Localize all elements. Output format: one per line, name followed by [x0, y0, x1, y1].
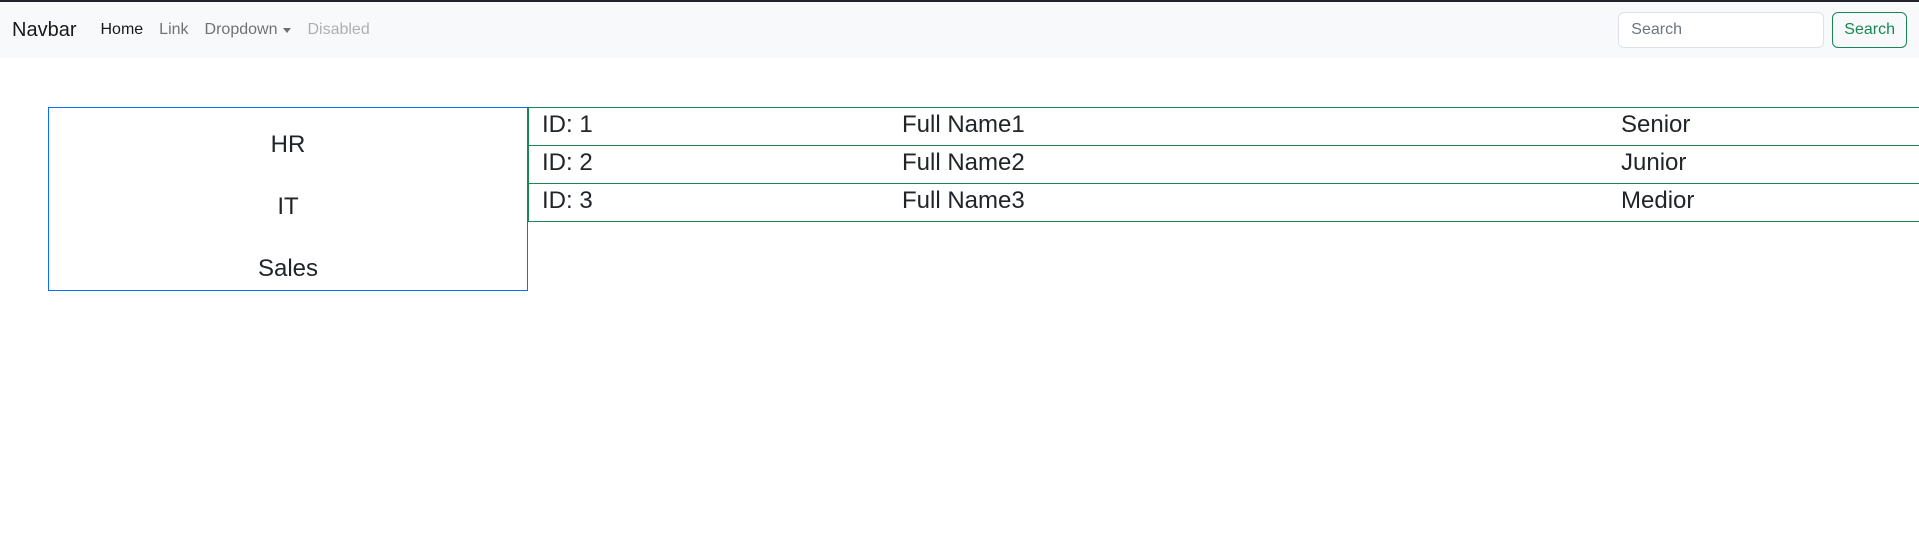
department-item-sales[interactable]: Sales	[49, 255, 527, 283]
nav-link-disabled: Disabled	[307, 21, 370, 38]
navbar: Navbar Home Link Dropdown Disabled Searc…	[0, 2, 1919, 58]
employee-row[interactable]: ID: 3 Full Name3 Medior	[528, 183, 1919, 222]
employee-name: Full Name1	[902, 111, 1025, 138]
employee-row[interactable]: ID: 1 Full Name1 Senior	[528, 107, 1919, 146]
navbar-brand[interactable]: Navbar	[12, 19, 76, 42]
nav-link-home[interactable]: Home	[100, 21, 143, 39]
search-input[interactable]	[1618, 12, 1825, 48]
employee-id: ID: 1	[542, 111, 593, 138]
department-item-hr[interactable]: HR	[49, 131, 527, 159]
department-item-it[interactable]: IT	[49, 193, 527, 221]
employee-id: ID: 3	[542, 187, 593, 214]
search-form: Search	[1618, 12, 1907, 48]
caret-down-icon	[283, 27, 292, 33]
nav-link-link[interactable]: Link	[159, 21, 188, 39]
department-list: HR IT Sales	[48, 107, 528, 291]
employee-level: Junior	[1621, 149, 1687, 176]
employee-row[interactable]: ID: 2 Full Name2 Junior	[528, 145, 1919, 184]
employee-id: ID: 2	[542, 149, 593, 176]
employee-list: ID: 1 Full Name1 Senior ID: 2 Full Name2…	[528, 107, 1919, 222]
employee-name: Full Name2	[902, 149, 1025, 176]
employee-level: Medior	[1621, 187, 1695, 214]
nav-dropdown-label: Dropdown	[204, 21, 278, 38]
search-button[interactable]: Search	[1832, 12, 1907, 48]
nav-dropdown-toggle[interactable]: Dropdown	[205, 21, 292, 39]
employee-name: Full Name3	[902, 187, 1025, 214]
employee-level: Senior	[1621, 111, 1691, 138]
